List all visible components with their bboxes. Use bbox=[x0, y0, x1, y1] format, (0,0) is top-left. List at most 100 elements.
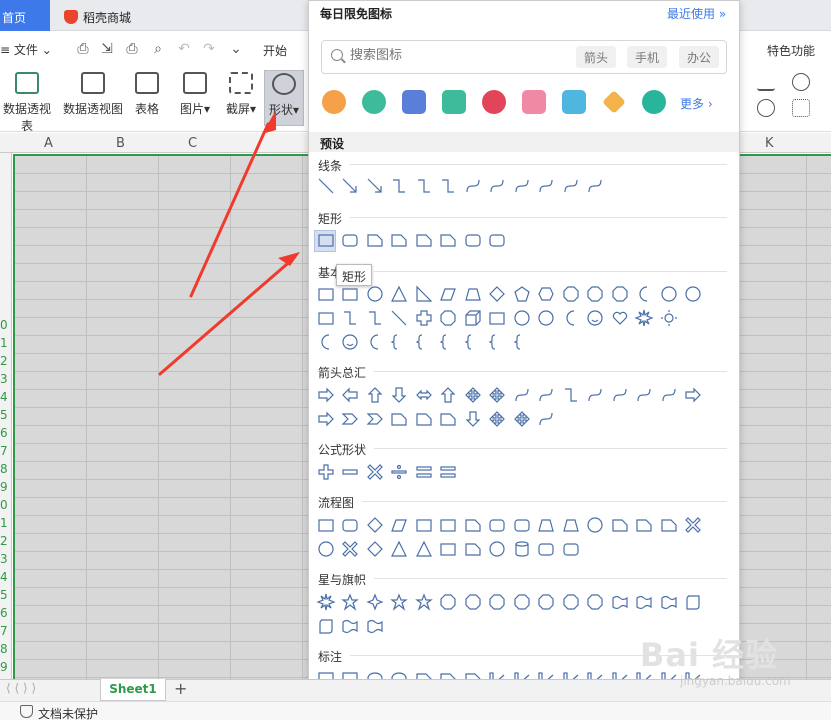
preview-icon[interactable]: ⌕ bbox=[150, 41, 166, 57]
curve-shape-icon[interactable] bbox=[535, 175, 559, 197]
screenshot-button[interactable]: 截屏▾ bbox=[222, 70, 260, 126]
para-shape-icon[interactable] bbox=[437, 283, 461, 305]
line-shape-icon[interactable] bbox=[388, 307, 412, 329]
chevron-shape-icon[interactable] bbox=[339, 408, 363, 430]
burst-shape-icon[interactable] bbox=[633, 307, 657, 329]
tab-shape-icon[interactable] bbox=[633, 514, 657, 536]
mult-shape-icon[interactable] bbox=[363, 461, 387, 483]
tri-shape-icon[interactable] bbox=[412, 538, 436, 560]
circle-shape-icon[interactable] bbox=[682, 283, 706, 305]
tab-shape-icon[interactable] bbox=[608, 514, 632, 536]
sheet-tab[interactable]: Sheet1 bbox=[100, 679, 166, 701]
rect-shape-icon[interactable] bbox=[437, 514, 461, 536]
sun-shape-icon[interactable] bbox=[657, 307, 681, 329]
tab-shape-icon[interactable] bbox=[461, 514, 485, 536]
row-number[interactable]: 0 bbox=[0, 318, 8, 332]
scroll-shape-icon[interactable] bbox=[682, 591, 706, 613]
mult-shape-icon[interactable] bbox=[682, 514, 706, 536]
mult-shape-icon[interactable] bbox=[339, 538, 363, 560]
curve-shape-icon[interactable] bbox=[657, 384, 681, 406]
tab-feature[interactable]: 特色功能 bbox=[767, 42, 815, 59]
rect-shape-icon[interactable] bbox=[314, 229, 338, 251]
star-shape-icon[interactable] bbox=[339, 591, 363, 613]
rect-shape-icon[interactable] bbox=[314, 514, 338, 536]
curve-shape-icon[interactable] bbox=[584, 175, 608, 197]
rect-shape-icon[interactable] bbox=[486, 307, 510, 329]
star4-shape-icon[interactable] bbox=[363, 591, 387, 613]
brace-shape-icon[interactable] bbox=[461, 331, 485, 353]
row-number[interactable]: 6 bbox=[0, 606, 8, 620]
divide-shape-icon[interactable] bbox=[388, 461, 412, 483]
arrowline-shape-icon[interactable] bbox=[339, 175, 363, 197]
star-shape-icon[interactable] bbox=[388, 591, 412, 613]
brace-shape-icon[interactable] bbox=[437, 331, 461, 353]
poly-shape-icon[interactable] bbox=[559, 283, 583, 305]
poly-shape-icon[interactable] bbox=[584, 283, 608, 305]
wave-shape-icon[interactable] bbox=[339, 615, 363, 637]
heart-shape-icon[interactable] bbox=[608, 307, 632, 329]
row-number[interactable]: 7 bbox=[0, 624, 8, 638]
pent-shape-icon[interactable] bbox=[510, 283, 534, 305]
chip-office[interactable]: 办公 bbox=[679, 46, 720, 68]
rrect-shape-icon[interactable] bbox=[486, 514, 510, 536]
add-sheet-button[interactable]: + bbox=[174, 679, 187, 698]
tri-shape-icon[interactable] bbox=[388, 538, 412, 560]
pivot-table-button[interactable]: 数据透视表 bbox=[0, 70, 54, 133]
brace-shape-icon[interactable] bbox=[486, 331, 510, 353]
line-chart-icon[interactable] bbox=[757, 73, 775, 91]
trap-shape-icon[interactable] bbox=[535, 514, 559, 536]
wave-shape-icon[interactable] bbox=[633, 591, 657, 613]
hospital-building-icon[interactable] bbox=[562, 90, 586, 114]
table-button[interactable]: 表格 bbox=[132, 70, 162, 126]
poly-shape-icon[interactable] bbox=[559, 591, 583, 613]
diamond-shape-icon[interactable] bbox=[363, 538, 387, 560]
chip-arrow[interactable]: 箭头 bbox=[576, 46, 617, 68]
darrow-shape-icon[interactable] bbox=[388, 384, 412, 406]
pie-chart-icon[interactable] bbox=[757, 99, 775, 117]
moon-shape-icon[interactable] bbox=[559, 307, 583, 329]
cube-shape-icon[interactable] bbox=[461, 307, 485, 329]
curve-shape-icon[interactable] bbox=[510, 175, 534, 197]
brace-shape-icon[interactable] bbox=[510, 331, 534, 353]
tab-shape-icon[interactable] bbox=[657, 514, 681, 536]
pentagon-icon[interactable] bbox=[792, 73, 810, 91]
chip-phone[interactable]: 手机 bbox=[627, 46, 668, 68]
star-shape-icon[interactable] bbox=[412, 591, 436, 613]
curve-shape-icon[interactable] bbox=[535, 408, 559, 430]
wave-shape-icon[interactable] bbox=[608, 591, 632, 613]
para-shape-icon[interactable] bbox=[388, 514, 412, 536]
tab-shape-icon[interactable] bbox=[412, 229, 436, 251]
row-number[interactable]: 9 bbox=[0, 660, 8, 674]
rect-shape-icon[interactable] bbox=[437, 538, 461, 560]
rrect-shape-icon[interactable] bbox=[486, 229, 510, 251]
curve-shape-icon[interactable] bbox=[608, 384, 632, 406]
nurse-icon[interactable] bbox=[362, 90, 386, 114]
rrect-shape-icon[interactable] bbox=[461, 229, 485, 251]
moon-shape-icon[interactable] bbox=[363, 331, 387, 353]
tab-store[interactable]: 稻壳商城 bbox=[52, 0, 172, 31]
quad-shape-icon[interactable] bbox=[486, 408, 510, 430]
diamond-shape-icon[interactable] bbox=[363, 514, 387, 536]
tab-shape-icon[interactable] bbox=[388, 408, 412, 430]
recent-link[interactable]: 最近使用 » bbox=[667, 5, 726, 22]
tab-shape-icon[interactable] bbox=[388, 229, 412, 251]
circle-shape-icon[interactable] bbox=[363, 283, 387, 305]
row-number[interactable]: 9 bbox=[0, 480, 8, 494]
arrowline-shape-icon[interactable] bbox=[363, 175, 387, 197]
poly-shape-icon[interactable] bbox=[510, 591, 534, 613]
shield-medical-icon[interactable] bbox=[642, 90, 666, 114]
column-b-header[interactable]: B bbox=[116, 136, 125, 151]
rrect-shape-icon[interactable] bbox=[559, 538, 583, 560]
undo-icon[interactable]: ↶ bbox=[176, 41, 192, 57]
sheet-nav-icon[interactable]: ⟨ ⟨ ⟩ ⟩ bbox=[6, 681, 36, 695]
poly-shape-icon[interactable] bbox=[437, 307, 461, 329]
circle-shape-icon[interactable] bbox=[314, 538, 338, 560]
print-icon[interactable]: ⎙ bbox=[124, 41, 140, 57]
row-number[interactable]: 1 bbox=[0, 336, 8, 350]
cyl-shape-icon[interactable] bbox=[510, 538, 534, 560]
lrarrow-shape-icon[interactable] bbox=[412, 384, 436, 406]
medical-alert-icon[interactable] bbox=[322, 90, 346, 114]
uarrow-shape-icon[interactable] bbox=[363, 384, 387, 406]
row-number[interactable]: 8 bbox=[0, 462, 8, 476]
picture-button[interactable]: 图片▾ bbox=[176, 70, 214, 126]
